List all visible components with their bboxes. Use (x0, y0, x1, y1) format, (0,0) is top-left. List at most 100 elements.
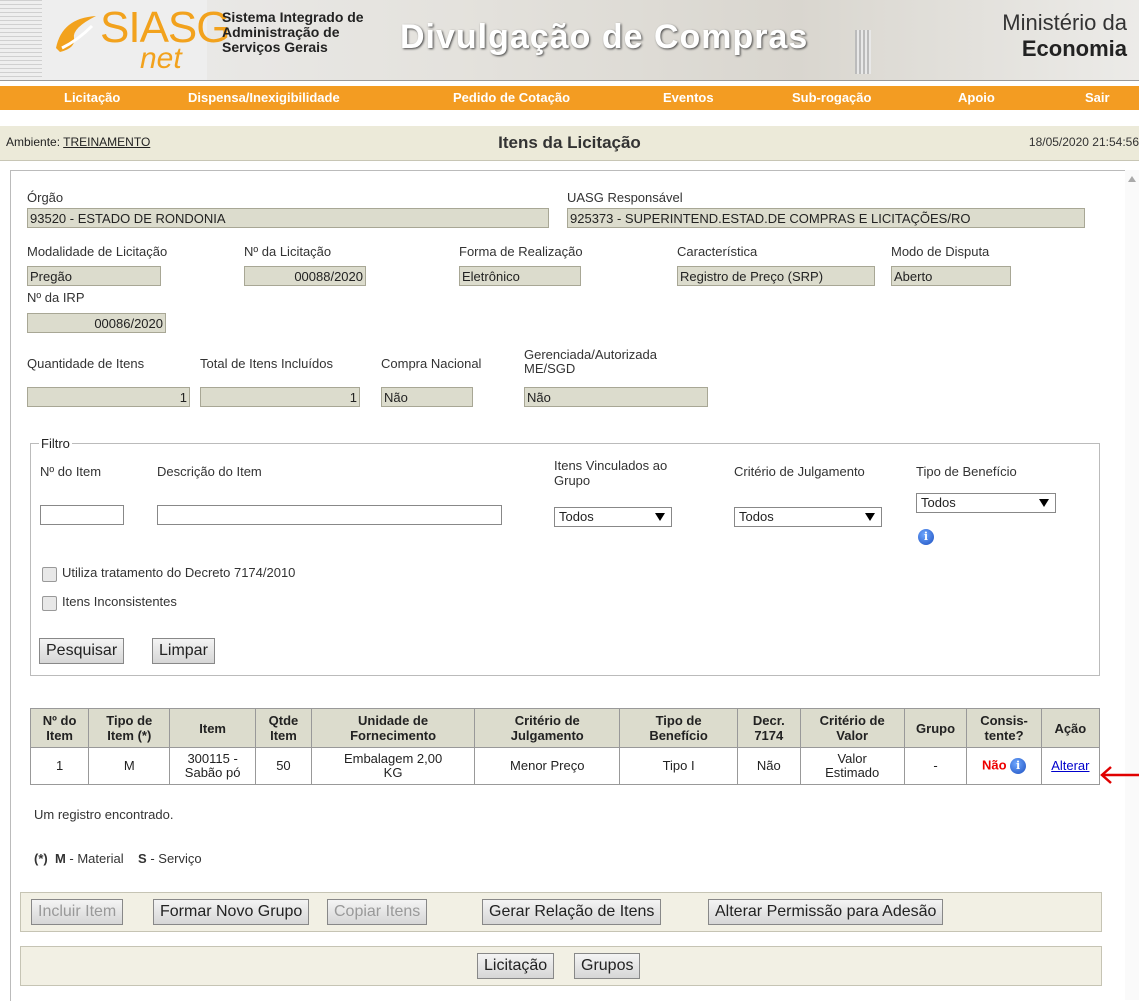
legend-m-code: M (54, 851, 66, 866)
beneficio-label: Tipo de Benefício (916, 464, 1017, 479)
page-title: Itens da Licitação (498, 133, 641, 152)
decreto-checkbox[interactable] (42, 567, 57, 582)
num-item-label: Nº do Item (40, 464, 102, 479)
gerenciada-label-line-1: Gerenciada/Autorizada (524, 347, 657, 362)
col-header: Grupo (903, 708, 968, 748)
cell-acao: Alterar (1040, 747, 1101, 785)
pesquisar-button[interactable]: Pesquisar (39, 638, 125, 664)
gerar-relacao-button[interactable]: Gerar Relação de Itens (482, 899, 662, 925)
qtd-itens-field: 1 (27, 387, 190, 407)
decreto-label: Utiliza tratamento do Decreto 7174/2010 (62, 565, 296, 580)
num-licitacao-field: 00088/2020 (244, 266, 366, 286)
nav-licitacao[interactable]: Licitação (64, 90, 120, 105)
cell-num: 1 (29, 747, 90, 785)
cell-beneficio: Tipo I (619, 747, 738, 785)
cell-qtde: 50 (254, 747, 312, 785)
consistente-flag: Não (981, 757, 1007, 773)
irp-field: 00086/2020 (27, 313, 166, 333)
forma-label: Forma de Realização (459, 244, 583, 259)
col-header: Item (169, 708, 256, 748)
info-icon[interactable]: i (1010, 758, 1027, 774)
col-header: Ação (1040, 708, 1101, 748)
modo-label: Modo de Disputa (891, 244, 990, 259)
criterio-label: Critério de Julgamento (734, 464, 865, 479)
vinculados-select[interactable]: Todos (554, 507, 672, 527)
banner-pillar (855, 30, 871, 74)
inconsistentes-checkbox[interactable] (42, 596, 57, 611)
system-name: Sistema Integrado de Administração de Se… (222, 10, 364, 55)
nav-dispensa[interactable]: Dispensa/Inexigibilidade (188, 90, 340, 105)
siasg-logo[interactable]: SIASG net (42, 0, 230, 80)
nav-pedido-cotacao[interactable]: Pedido de Cotação (453, 90, 570, 105)
col-header: Nº do Item (29, 708, 90, 748)
num-licitacao-label: Nº da Licitação (244, 244, 332, 259)
caracteristica-field: Registro de Preço (SRP) (677, 266, 875, 286)
legend-m-text: - Material (65, 851, 124, 866)
siasg-logo-icon (56, 16, 96, 52)
copiar-itens-button[interactable]: Copiar Itens (327, 899, 428, 925)
nav-sair[interactable]: Sair (1085, 90, 1110, 105)
modalidade-label: Modalidade de Licitação (27, 244, 168, 259)
items-table: Nº do Item Tipo de Item (*) Item Qtde Item … (29, 708, 1101, 785)
col-header: Tipo de Item (*) (88, 708, 171, 748)
alterar-permissao-button[interactable]: Alterar Permissão para Adesão (708, 899, 944, 925)
result-count: Um registro encontrado. (34, 807, 174, 822)
scroll-up-icon[interactable] (1128, 176, 1136, 182)
col-header: Tipo de Benefício (619, 708, 738, 748)
scrollbar[interactable] (1125, 170, 1139, 1000)
criterio-select[interactable]: Todos (734, 507, 882, 527)
vinculados-label-line-1: Itens Vinculados ao (554, 458, 668, 473)
nav-eventos[interactable]: Eventos (663, 90, 714, 105)
total-itens-label: Total de Itens Incluídos (200, 356, 333, 371)
cell-decr: Não (736, 747, 801, 785)
total-itens-field: 1 (200, 387, 360, 407)
datetime: 18/05/2020 21:54:56 (1028, 135, 1139, 149)
beneficio-selected: Todos (921, 495, 956, 510)
cell-grupo: - (903, 747, 968, 785)
grupos-button[interactable]: Grupos (574, 953, 641, 979)
table-header-row: Nº do Item Tipo de Item (*) Item Qtde Item … (29, 708, 1101, 748)
modalidade-field: Pregão (27, 266, 161, 286)
legend-s-code: S (138, 851, 147, 866)
info-icon[interactable]: i (918, 529, 934, 545)
nav-sub-rogacao[interactable]: Sub-rogação (792, 90, 871, 105)
incluir-item-button[interactable]: Incluir Item (31, 899, 124, 925)
gerenciada-label: Gerenciada/Autorizada ME/SGD (524, 348, 657, 376)
vinculados-selected: Todos (559, 509, 594, 524)
environment-bar: Itens da Licitação Ambiente: TREINAMENTO… (0, 126, 1139, 161)
beneficio-select[interactable]: Todos (916, 493, 1056, 513)
legend-s-text: - Serviço (146, 851, 202, 866)
chevron-down-icon (865, 513, 875, 521)
environment-label-text: Ambiente: (6, 135, 64, 149)
navigation-bar (20, 946, 1102, 986)
orgao-label: Órgão (27, 190, 64, 205)
inconsistentes-label: Itens Inconsistentes (62, 594, 177, 609)
licitacao-button[interactable]: Licitação (477, 953, 555, 979)
num-item-input[interactable] (40, 505, 124, 525)
formar-novo-grupo-button[interactable]: Formar Novo Grupo (153, 899, 310, 925)
cell-item: 300115 - Sabão pó (169, 747, 256, 785)
limpar-button[interactable]: Limpar (152, 638, 215, 664)
irp-label: Nº da IRP (27, 290, 85, 305)
descricao-input[interactable] (157, 505, 502, 525)
environment-link[interactable]: TREINAMENTO (63, 135, 150, 149)
table-row: 1 M 300115 - Sabão pó 50 Embalagem 2,00 KG… (29, 747, 1101, 785)
main-nav: Licitação Dispensa/Inexigibilidade Pedid… (0, 86, 1139, 110)
cell-valor: Valor Estimado (799, 747, 905, 785)
col-header: Qtde Item (254, 708, 312, 748)
col-header: Critério de Julgamento (474, 708, 621, 748)
type-legend: (*) M - Material S - Serviço (34, 851, 202, 866)
environment-label: Ambiente: TREINAMENTO (6, 135, 150, 149)
cell-criterio: Menor Preço (474, 747, 621, 785)
col-header: Consis-tente? (966, 708, 1042, 748)
caracteristica-label: Característica (677, 244, 758, 259)
legend-asterisk: (*) (34, 851, 48, 866)
cell-consistente: Não i (966, 747, 1042, 785)
descricao-label: Descrição do Item (157, 464, 262, 479)
ministry-name: Ministério da Economia (1002, 10, 1127, 62)
chevron-down-icon (655, 513, 665, 521)
nav-apoio[interactable]: Apoio (958, 90, 995, 105)
red-arrow-icon (1100, 766, 1139, 784)
modo-field: Aberto (891, 266, 1011, 286)
alterar-link[interactable]: Alterar (1051, 758, 1089, 773)
